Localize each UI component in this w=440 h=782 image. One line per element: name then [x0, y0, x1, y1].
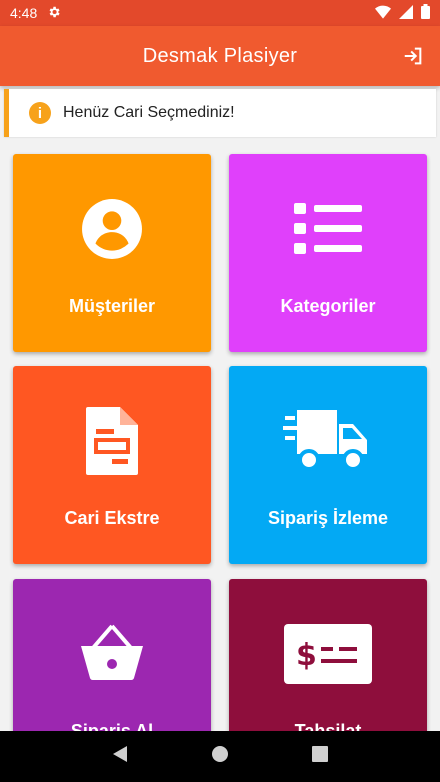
notice-banner: i Henüz Cari Seçmediniz! [4, 89, 436, 137]
tile-kategoriler[interactable]: Kategoriler [229, 154, 427, 352]
wifi-icon [375, 5, 391, 22]
document-icon [84, 406, 140, 476]
money-bill-icon: $ [283, 619, 373, 689]
battery-icon [421, 4, 430, 22]
recents-icon [312, 746, 329, 762]
list-icon [292, 194, 364, 264]
truck-icon [283, 406, 373, 476]
tile-label: Sipariş İzleme [267, 508, 389, 528]
tile-label: Kategoriler [280, 296, 376, 316]
status-time: 4:48 [10, 5, 38, 21]
notice-message: Henüz Cari Seçmediniz! [63, 104, 235, 121]
logout-button[interactable] [400, 43, 426, 69]
basket-icon [79, 619, 145, 689]
tile-label: Müşteriler [68, 296, 156, 316]
status-bar: 4:48 [0, 0, 440, 26]
settings-icon [47, 5, 61, 22]
app-title: Desmak Plasiyer [142, 44, 298, 67]
account-circle-icon [81, 194, 143, 264]
tile-musteriler[interactable]: Müşteriler [13, 154, 211, 352]
recents-button[interactable] [312, 746, 329, 767]
system-nav-bar [0, 731, 440, 782]
info-icon: i [29, 102, 51, 124]
app-bar: Desmak Plasiyer [0, 26, 440, 86]
tile-cari-ekstre[interactable]: Cari Ekstre [13, 366, 211, 564]
logout-icon [404, 47, 422, 65]
home-button[interactable] [211, 745, 229, 768]
signal-icon [399, 4, 413, 22]
tile-siparis-izleme[interactable]: Sipariş İzleme [229, 366, 427, 564]
svg-text:$: $ [296, 638, 317, 673]
home-icon [211, 746, 228, 762]
back-icon [112, 746, 127, 762]
back-button[interactable] [112, 745, 128, 768]
tile-label: Cari Ekstre [64, 508, 160, 528]
